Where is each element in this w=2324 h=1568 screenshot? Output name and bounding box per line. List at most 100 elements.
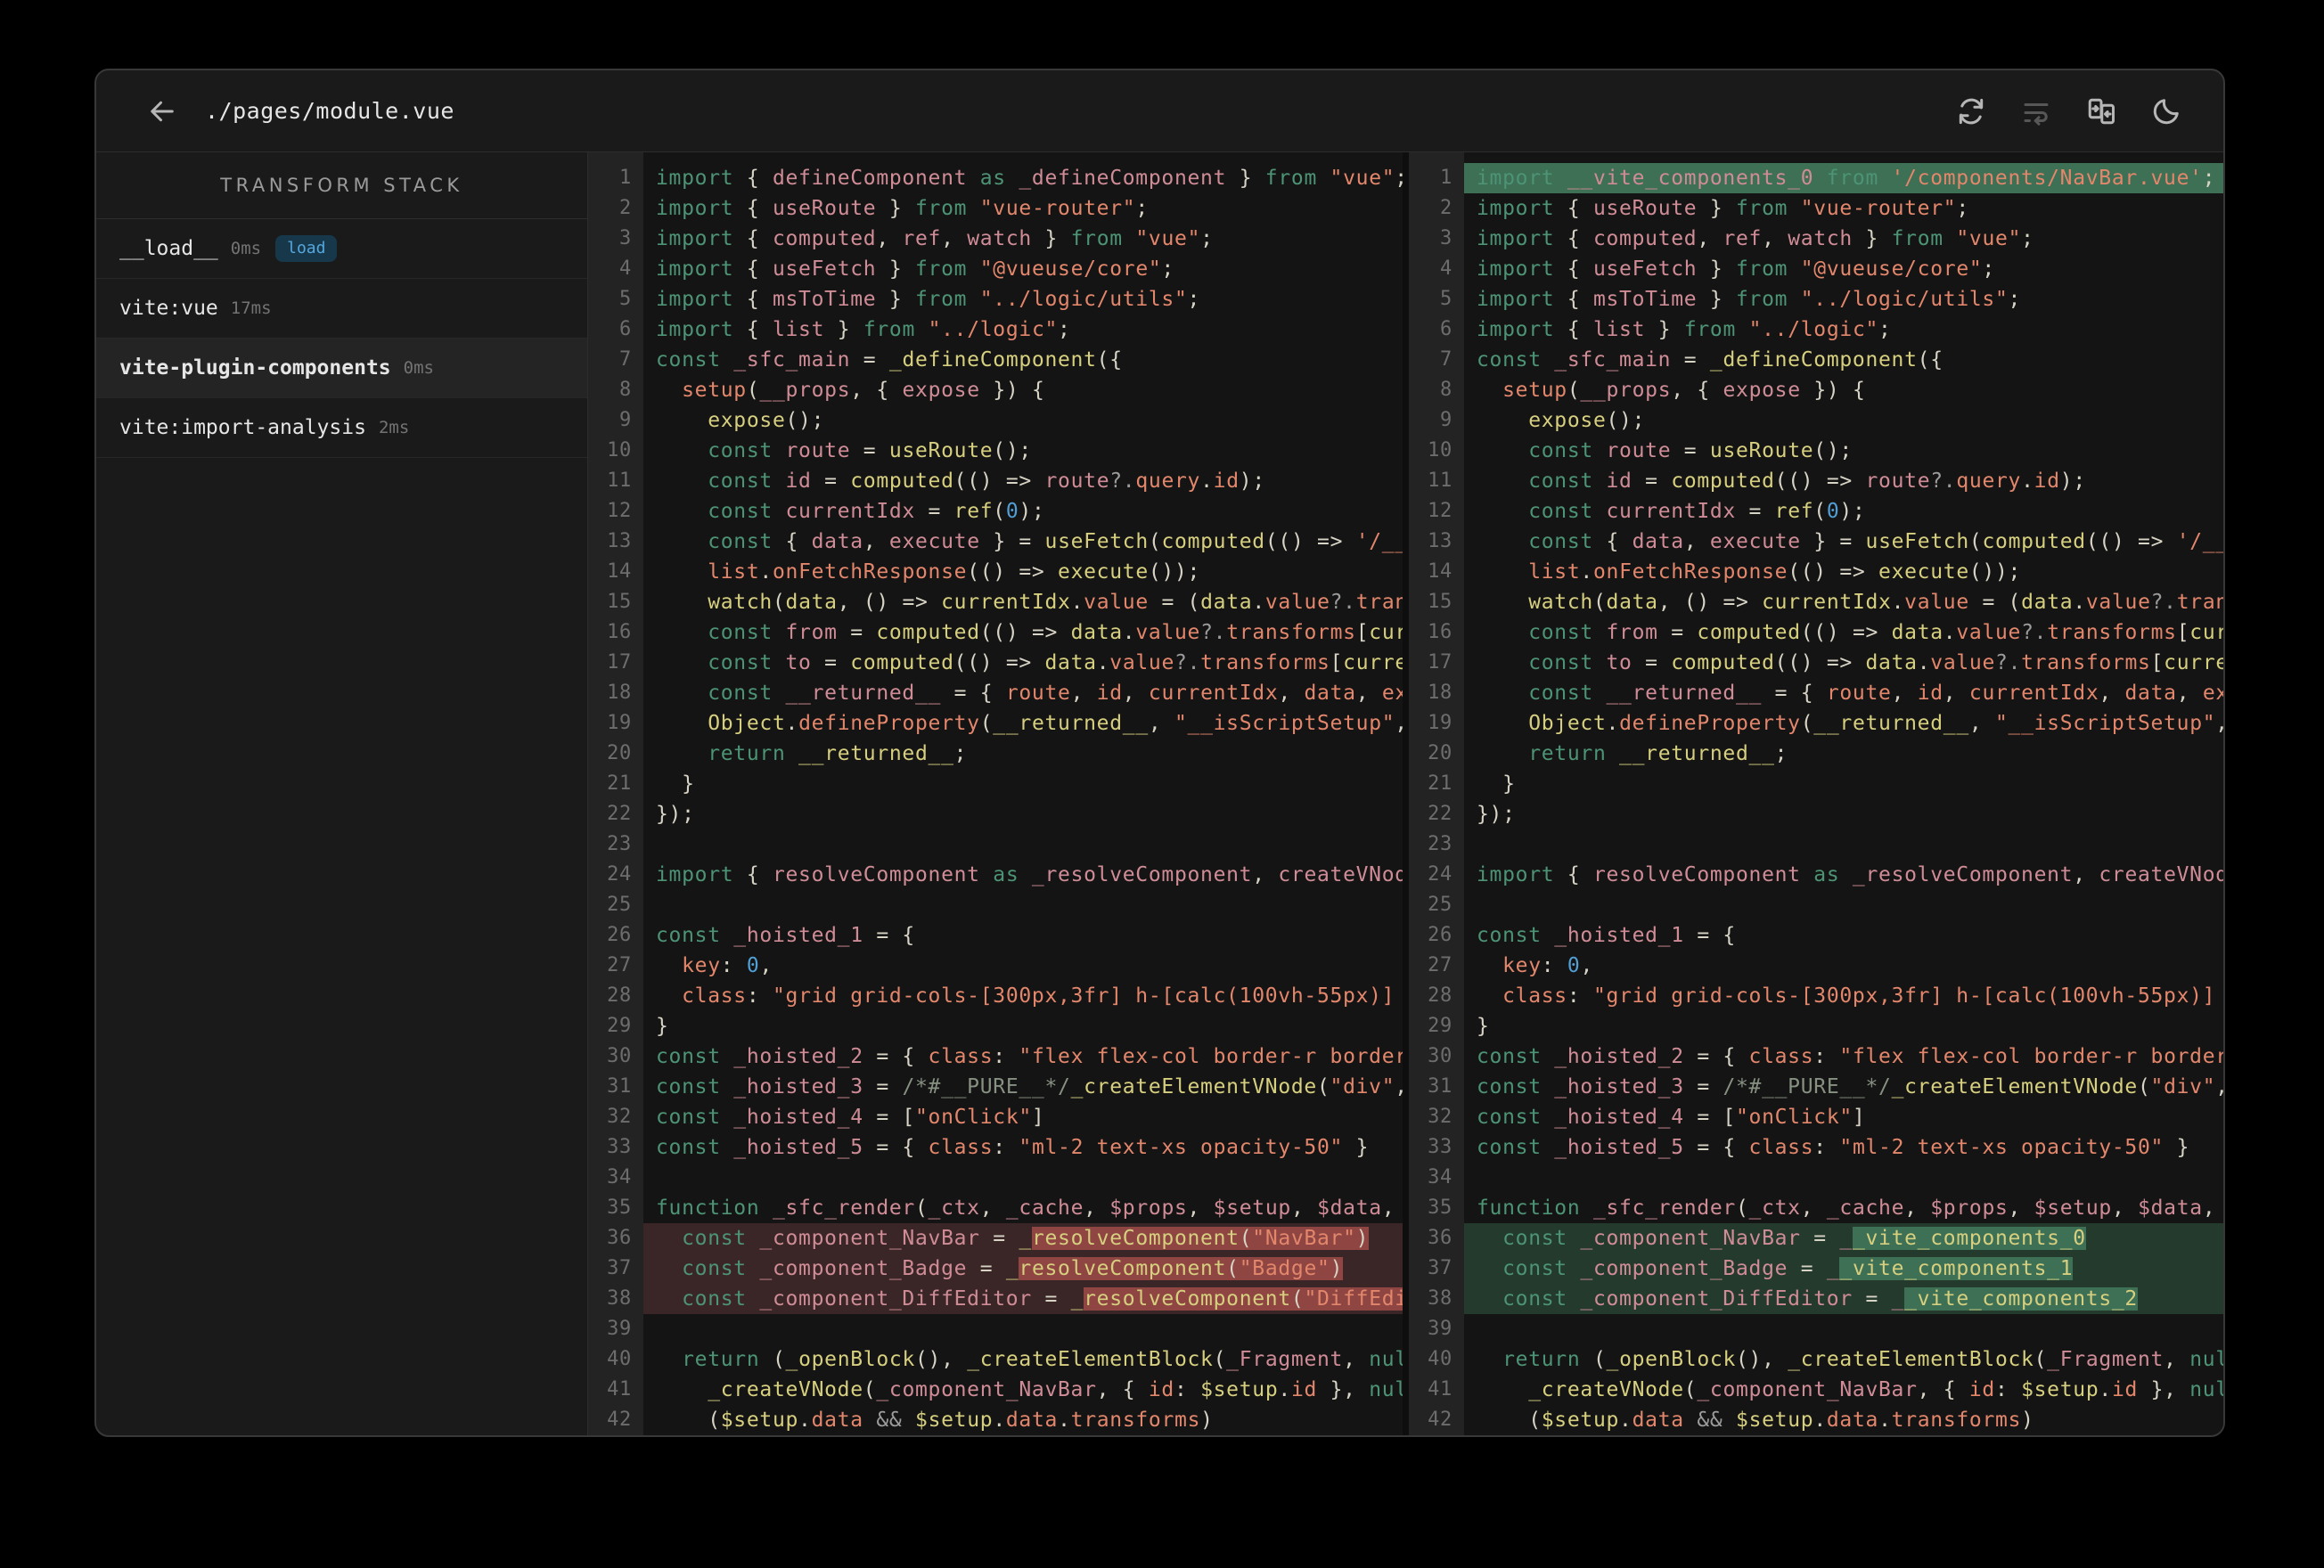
- line-number: 34: [607, 1166, 632, 1188]
- code-line: 13 const { data, execute } = useFetch(co…: [1409, 527, 2223, 557]
- line-content: const _hoisted_1 = {: [656, 924, 915, 947]
- code-line: 36 const _component_NavBar = _resolveCom…: [588, 1223, 1403, 1254]
- code-line: 40 return (_openBlock(), _createElementB…: [588, 1344, 1403, 1375]
- line-number: 33: [607, 1136, 632, 1158]
- line-content: import { resolveComponent as _resolveCom…: [656, 863, 1403, 886]
- line-number: 35: [1428, 1196, 1452, 1219]
- line-number: 41: [607, 1378, 632, 1401]
- code-line: 34: [588, 1163, 1403, 1193]
- line-number: 38: [1428, 1287, 1452, 1310]
- transform-stack-item--load-[interactable]: __load__ 0ms load: [96, 219, 587, 279]
- code-line: 29}: [588, 1011, 1403, 1041]
- code-line: 14 list.onFetchResponse(() => execute())…: [588, 557, 1403, 587]
- plugin-time: 17ms: [230, 298, 272, 318]
- code-line: 28 class: "grid grid-cols-[300px,3fr] h-…: [588, 981, 1403, 1011]
- line-number: 34: [1428, 1166, 1452, 1188]
- code-line: 2 import { useRoute } from "vue-router";: [1409, 193, 2223, 224]
- page-title: ./pages/module.vue: [205, 98, 454, 124]
- transform-stack-item-vite-import-analysis[interactable]: vite:import-analysis 2ms: [96, 398, 587, 458]
- line-number: 19: [607, 712, 632, 734]
- code-after: 1 import __vite_components_0 from '/compo…: [1409, 152, 2223, 1435]
- line-number: 22: [1428, 803, 1452, 825]
- line-number: 4: [1440, 257, 1452, 280]
- code-line: 9 expose();: [1409, 405, 2223, 436]
- refresh-button[interactable]: [1953, 94, 1989, 129]
- line-content: expose();: [708, 409, 825, 432]
- line-number: 27: [607, 954, 632, 976]
- app-body: TRANSFORM STACK __load__ 0ms load vite:vue 1…: [96, 152, 2223, 1435]
- line-number: 26: [1428, 924, 1452, 946]
- line-number: 10: [1428, 439, 1452, 461]
- plugin-time: 2ms: [378, 418, 410, 437]
- line-number: 6: [1440, 318, 1452, 340]
- line-content: function _sfc_render(_ctx, _cache, $prop…: [1477, 1196, 2216, 1220]
- line-number: 26: [607, 924, 632, 946]
- dark-mode-toggle[interactable]: [2148, 94, 2184, 129]
- line-content: const route = useRoute();: [1528, 439, 1853, 462]
- line-number: 42: [607, 1409, 632, 1431]
- back-button[interactable]: [144, 94, 180, 129]
- line-content: import { defineComponent as _defineCompo…: [656, 167, 1403, 190]
- load-badge: load: [275, 235, 338, 262]
- transform-stack-item-vite-vue[interactable]: vite:vue 17ms: [96, 279, 587, 339]
- line-number: 12: [607, 500, 632, 522]
- line-number: 4: [619, 257, 632, 280]
- line-number: 27: [1428, 954, 1452, 976]
- line-content: const to = computed(() => data.value?.tr…: [708, 651, 1403, 674]
- line-content: }: [1477, 1015, 1490, 1038]
- code-line: 18 const __returned__ = { route, id, cur…: [588, 678, 1403, 708]
- code-line: 39: [588, 1314, 1403, 1344]
- transform-stack-item-vite-plugin-components[interactable]: vite-plugin-components 0ms: [96, 339, 587, 398]
- inspector-window: ./pages/module.vue TRANSFORM STACK __loa…: [94, 69, 2225, 1437]
- line-number: 18: [1428, 682, 1452, 704]
- side-by-side-toggle[interactable]: [2083, 94, 2119, 129]
- line-number: 14: [1428, 560, 1452, 583]
- line-number: 22: [607, 803, 632, 825]
- line-content: import { useFetch } from "@vueuse/core";: [656, 257, 1174, 281]
- line-number: 35: [607, 1196, 632, 1219]
- line-content: const currentIdx = ref(0);: [708, 500, 1045, 523]
- line-content: import { useFetch } from "@vueuse/core";: [1477, 257, 1995, 281]
- line-content: const _hoisted_5 = { class: "ml-2 text-x…: [1477, 1136, 2190, 1159]
- line-number: 11: [1428, 470, 1452, 492]
- code-line: 15 watch(data, () => currentIdx.value = …: [1409, 587, 2223, 617]
- arrow-left-icon: [151, 101, 174, 121]
- code-line: 32 const _hoisted_4 = ["onClick"]: [588, 1102, 1403, 1132]
- line-wrap-icon: [2024, 102, 2049, 126]
- code-line: 3 import { computed, ref, watch } from "v…: [588, 224, 1403, 254]
- line-number: 31: [607, 1075, 632, 1098]
- line-content: [1464, 1163, 2223, 1193]
- code-panel-after[interactable]: 1 import __vite_components_0 from '/compo…: [1409, 152, 2223, 1435]
- line-content: const _hoisted_2 = { class: "flex flex-c…: [656, 1045, 1403, 1068]
- line-number: 25: [607, 894, 632, 916]
- line-wrap-toggle[interactable]: [2018, 94, 2054, 129]
- code-line: 14 list.onFetchResponse(() => execute())…: [1409, 557, 2223, 587]
- line-content: function _sfc_render(_ctx, _cache, $prop…: [656, 1196, 1395, 1220]
- code-line: 20 return __returned__;: [1409, 739, 2223, 769]
- code-line: 17 const to = computed(() => data.value?…: [588, 648, 1403, 678]
- line-number: 40: [607, 1348, 632, 1370]
- line-number: 32: [1428, 1106, 1452, 1128]
- line-content: import { computed, ref, watch } from "vu…: [656, 227, 1214, 250]
- line-content: import { useRoute } from "vue-router";: [1477, 197, 1969, 220]
- line-content: [1464, 890, 2223, 920]
- line-content: const _hoisted_3 = /*#__PURE__*/_createE…: [656, 1075, 1403, 1098]
- code-line: 10 const route = useRoute();: [1409, 436, 2223, 466]
- line-content: const currentIdx = ref(0);: [1528, 500, 1866, 523]
- code-line: 7 const _sfc_main = _defineComponent({: [588, 345, 1403, 375]
- code-line: 12 const currentIdx = ref(0);: [588, 496, 1403, 527]
- line-content: const id = computed(() => route?.query.i…: [708, 470, 1265, 493]
- line-content: const _sfc_main = _defineComponent({: [656, 348, 1123, 372]
- line-number: 16: [1428, 621, 1452, 643]
- line-content: _createVNode(_component_NavBar, { id: $s…: [1528, 1378, 2223, 1401]
- line-content: ($setup.data && $setup.data.transforms): [1477, 1409, 2034, 1432]
- code-line: 23: [588, 829, 1403, 860]
- line-number: 3: [1440, 227, 1452, 249]
- line-content: return __returned__;: [708, 742, 968, 765]
- code-line: 3 import { computed, ref, watch } from "v…: [1409, 224, 2223, 254]
- code-panel-before[interactable]: 1 import { defineComponent as _defineComp…: [588, 152, 1409, 1435]
- line-number: 13: [1428, 530, 1452, 552]
- code-line: 38 const _component_DiffEditor = _resolv…: [588, 1284, 1403, 1314]
- code-line: 27 key: 0,: [588, 951, 1403, 981]
- line-content: class: "grid grid-cols-[300px,3fr] h-[ca…: [1502, 984, 2223, 1008]
